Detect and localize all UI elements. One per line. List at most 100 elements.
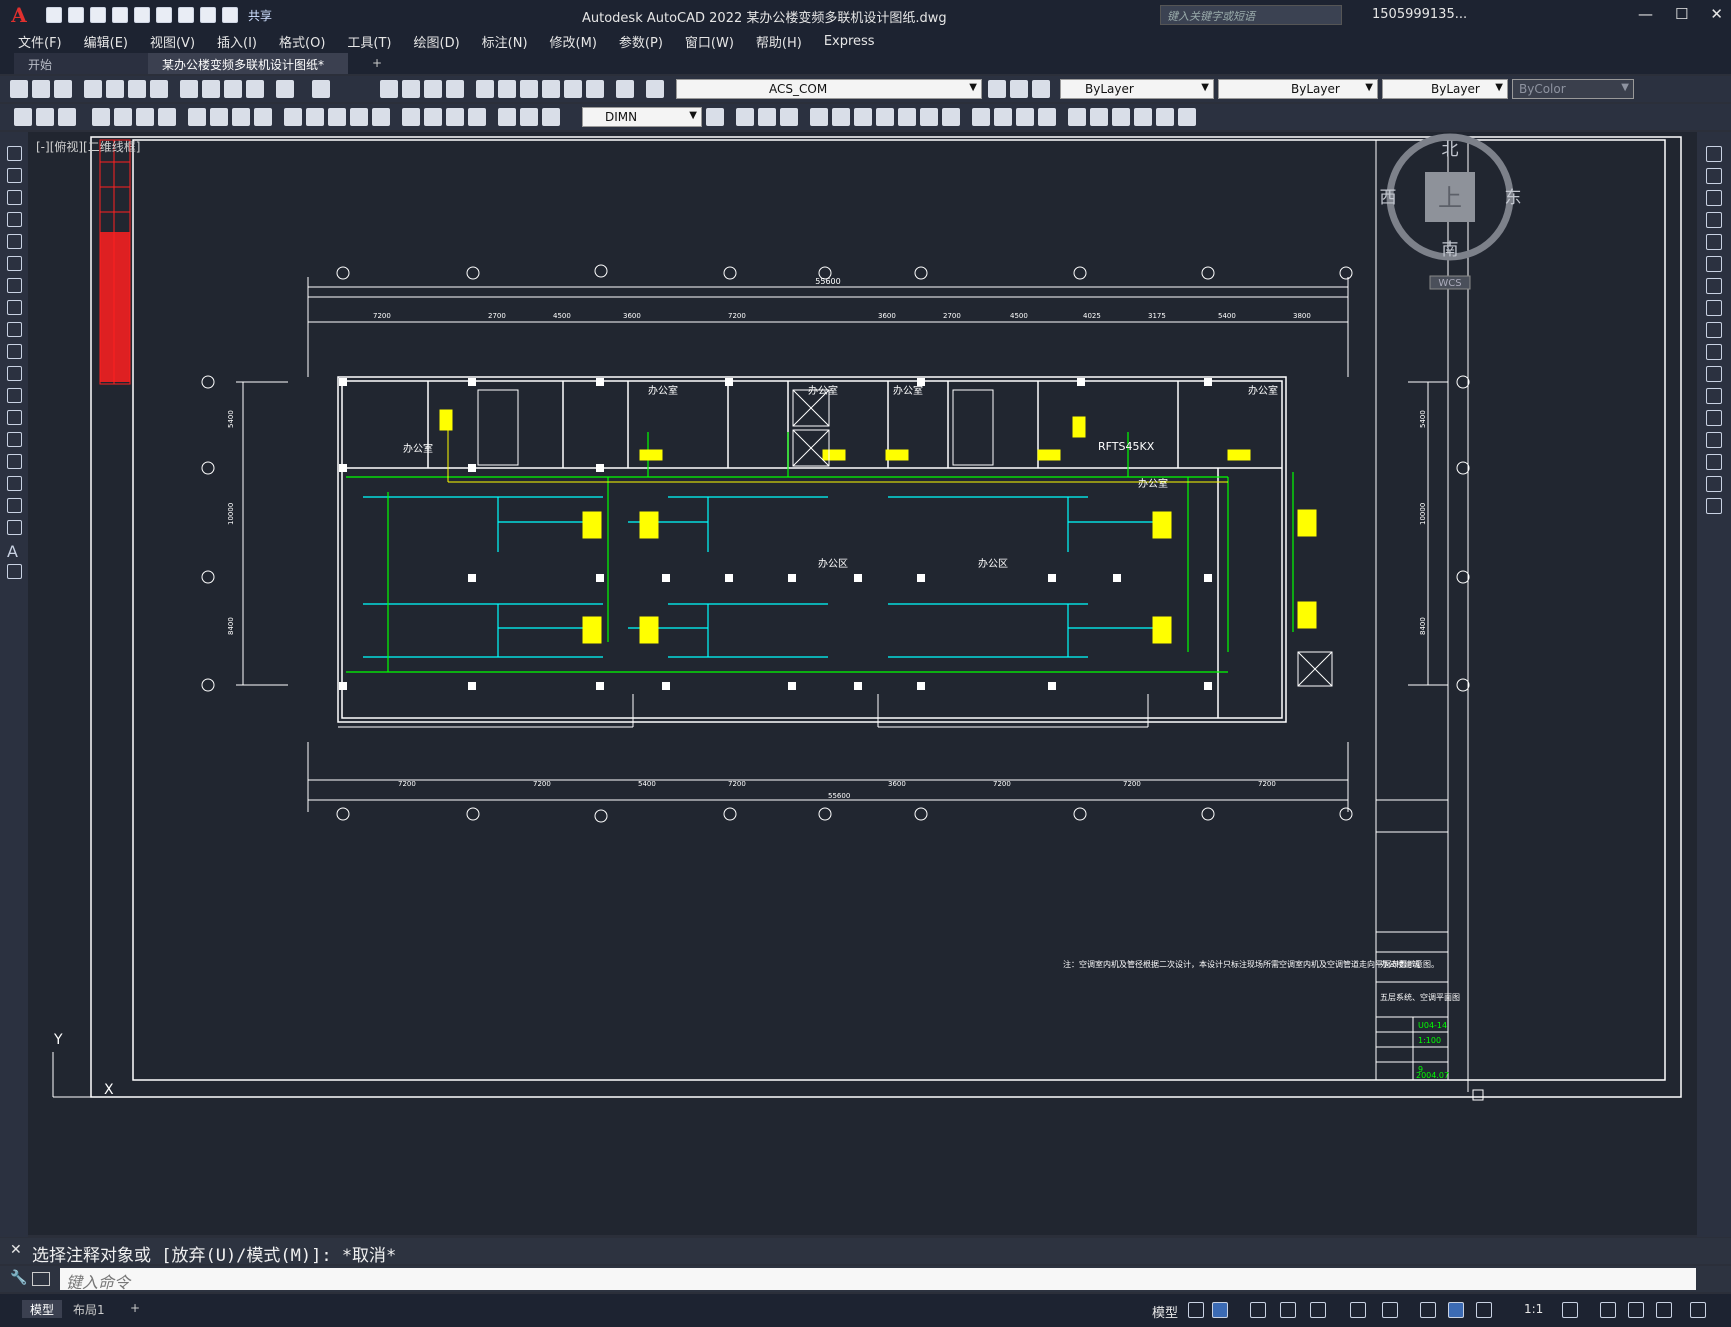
modify-icon[interactable]: [1156, 108, 1174, 126]
tolerance-icon[interactable]: [402, 108, 420, 126]
calculator-icon[interactable]: [586, 80, 604, 98]
cut-icon[interactable]: [180, 80, 198, 98]
snap-icon[interactable]: [1212, 1302, 1228, 1318]
ellipse-arc-icon[interactable]: [7, 366, 22, 381]
menu-tools[interactable]: 工具(T): [347, 32, 391, 51]
modify-icon[interactable]: [1068, 108, 1086, 126]
match-prop-icon[interactable]: [246, 80, 264, 98]
sheet-set-icon[interactable]: [542, 80, 560, 98]
jogged-linear-icon[interactable]: [468, 108, 486, 126]
publish-icon[interactable]: [128, 80, 146, 98]
menu-file[interactable]: 文件(F): [18, 32, 62, 51]
move-icon[interactable]: [1706, 256, 1722, 272]
circle-icon[interactable]: [7, 278, 22, 293]
polyline-icon[interactable]: [7, 190, 22, 205]
quick-dim-icon[interactable]: [284, 108, 302, 126]
help-icon[interactable]: [616, 80, 634, 98]
menu-help[interactable]: 帮助(H): [756, 32, 802, 51]
menu-parametric[interactable]: 参数(P): [619, 32, 663, 51]
preview-icon[interactable]: [106, 80, 124, 98]
linetype-select[interactable]: ByLayer ▼: [1218, 79, 1378, 99]
dim-text-edit-icon[interactable]: [520, 108, 538, 126]
copy-icon[interactable]: [202, 80, 220, 98]
lineweight-select[interactable]: ByLayer ▼: [1382, 79, 1508, 99]
save-web-icon[interactable]: [156, 7, 172, 23]
menu-dimension[interactable]: 标注(N): [482, 32, 528, 51]
model-space-button[interactable]: 模型: [1152, 1302, 1178, 1321]
new-icon[interactable]: [10, 80, 28, 98]
redo-icon[interactable]: [222, 7, 238, 23]
save-icon[interactable]: [54, 80, 72, 98]
mirror-icon[interactable]: [1706, 190, 1722, 206]
modify-icon[interactable]: [898, 108, 916, 126]
fillet-icon[interactable]: [1706, 454, 1722, 470]
modify-icon[interactable]: [758, 108, 776, 126]
modify-icon[interactable]: [876, 108, 894, 126]
arc-length-icon[interactable]: [136, 108, 154, 126]
dim-edit-icon[interactable]: [498, 108, 516, 126]
share-button[interactable]: 共享: [248, 7, 272, 24]
table-icon[interactable]: [7, 520, 22, 535]
dim-tool-icon[interactable]: [58, 108, 76, 126]
modify-icon[interactable]: [920, 108, 938, 126]
open-icon[interactable]: [32, 80, 50, 98]
insert-block-icon[interactable]: [7, 388, 22, 403]
drawing-canvas[interactable]: [-][俯视][二维线框] 上 北 南 东 西 WCS 55600 7200 2…: [28, 132, 1697, 1235]
new-tab-button[interactable]: +: [358, 53, 396, 74]
undo-icon[interactable]: [200, 7, 216, 23]
modify-icon[interactable]: [1112, 108, 1130, 126]
baseline-icon[interactable]: [306, 108, 324, 126]
properties-icon[interactable]: [476, 80, 494, 98]
layer-previous-icon[interactable]: [1010, 80, 1028, 98]
region-icon[interactable]: [7, 498, 22, 513]
layer-select[interactable]: ACS_COM ▼: [676, 79, 982, 99]
dim-tool-icon[interactable]: [14, 108, 32, 126]
minimize-icon[interactable]: —: [1638, 5, 1653, 23]
stretch-icon[interactable]: [1706, 322, 1722, 338]
blend-icon[interactable]: [1706, 476, 1722, 492]
design-center-icon[interactable]: [498, 80, 516, 98]
pan-icon[interactable]: [380, 80, 398, 98]
recent-commands-icon[interactable]: [32, 1272, 50, 1286]
search-input[interactable]: 键入关键字或短语: [1160, 5, 1342, 25]
break-icon[interactable]: [372, 108, 390, 126]
linear-dim-icon[interactable]: [92, 108, 110, 126]
color-select[interactable]: ByLayer ▼: [1060, 79, 1214, 99]
modify-icon[interactable]: [1038, 108, 1056, 126]
dim-style-icon[interactable]: [706, 108, 724, 126]
gradient-icon[interactable]: [7, 476, 22, 491]
autocad-logo[interactable]: A: [6, 4, 32, 26]
modify-icon[interactable]: [1016, 108, 1034, 126]
aligned-dim-icon[interactable]: [114, 108, 132, 126]
zoom-previous-icon[interactable]: [446, 80, 464, 98]
units-icon[interactable]: [1628, 1302, 1644, 1318]
continue-icon[interactable]: [328, 108, 346, 126]
open-icon[interactable]: [68, 7, 84, 23]
line-icon[interactable]: [7, 146, 22, 161]
modify-icon[interactable]: [832, 108, 850, 126]
erase-icon[interactable]: [1706, 146, 1722, 162]
rotate-icon[interactable]: [1706, 278, 1722, 294]
modify-icon[interactable]: [810, 108, 828, 126]
ellipse-icon[interactable]: [7, 344, 22, 359]
add-layout-button[interactable]: +: [122, 1300, 148, 1318]
grid-icon[interactable]: [1188, 1302, 1204, 1318]
osnap-icon[interactable]: [1350, 1302, 1366, 1318]
annotation-visibility-icon[interactable]: [1448, 1302, 1464, 1318]
add-selected-icon[interactable]: [7, 564, 22, 579]
make-current-icon[interactable]: [988, 80, 1006, 98]
modify-icon[interactable]: [780, 108, 798, 126]
plot-icon[interactable]: [178, 7, 194, 23]
tab-layout1[interactable]: 布局1: [65, 1300, 113, 1318]
tab-document[interactable]: 某办公楼变频多联机设计图纸* ✕: [148, 53, 348, 87]
construction-line-icon[interactable]: [7, 168, 22, 183]
layer-states-icon[interactable]: [1032, 80, 1050, 98]
zoom-realtime-icon[interactable]: [402, 80, 420, 98]
offset-icon[interactable]: [1706, 212, 1722, 228]
menu-modify[interactable]: 修改(M): [550, 32, 597, 51]
rectangle-icon[interactable]: [7, 234, 22, 249]
dim-tool-icon[interactable]: [36, 108, 54, 126]
chamfer-icon[interactable]: [1706, 432, 1722, 448]
customize-icon[interactable]: 🔧: [10, 1270, 27, 1286]
auto-scale-icon[interactable]: [1476, 1302, 1492, 1318]
